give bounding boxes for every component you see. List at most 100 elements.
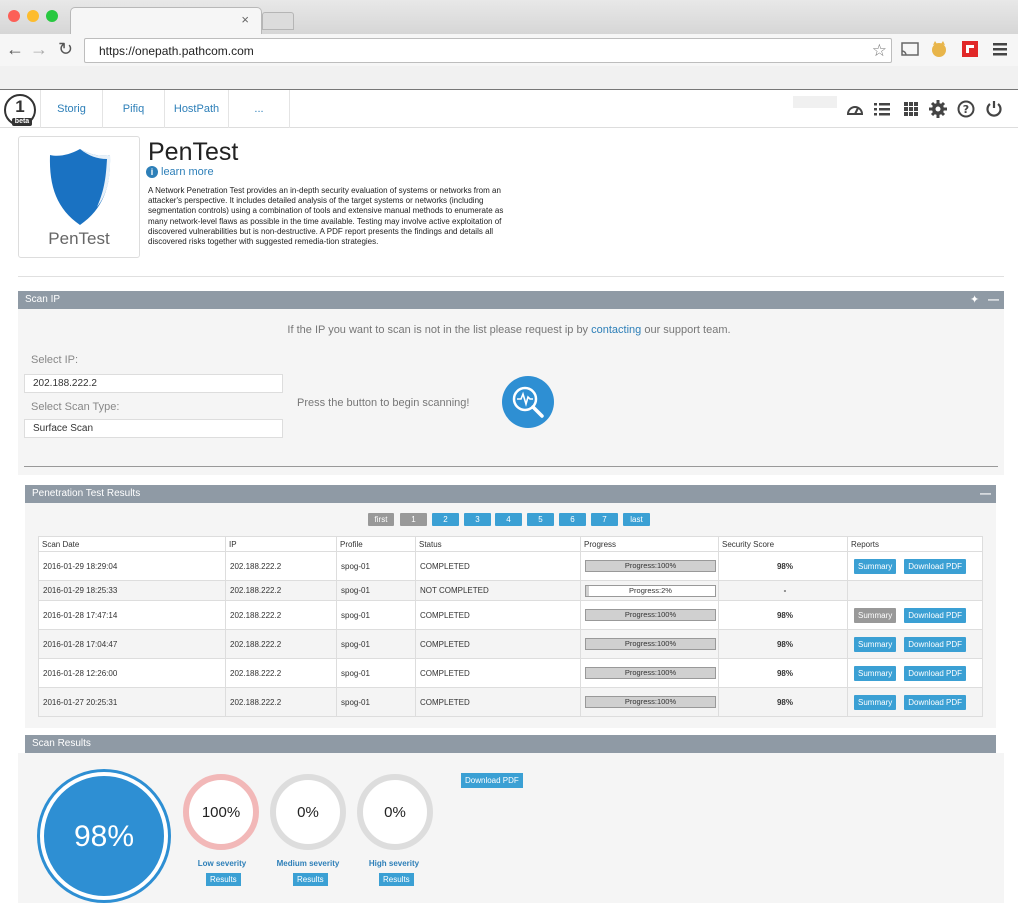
summary-button[interactable]: Summary [854,607,897,623]
page-4[interactable]: 4 [495,513,522,526]
maximize-window-icon[interactable] [46,10,58,22]
table-row: 2016-01-28 17:04:47 202.188.222.2 spog-01 C… [38,629,983,659]
results-title: Penetration Test Results [32,488,141,499]
page-1[interactable]: 1 [400,513,427,526]
close-window-icon[interactable] [8,10,20,22]
dashboard-gauge-icon[interactable] [846,100,864,118]
nav-item-more[interactable]: ... [228,90,290,128]
nav-placeholder [793,96,837,108]
app-navbar: 1 beta Storig Pifiq HostPath ... ? [0,90,1018,128]
scan-magnifier-icon [512,386,544,418]
page-first[interactable]: first [368,513,394,526]
new-tab-button[interactable] [262,12,294,30]
page-3[interactable]: 3 [464,513,491,526]
page-7[interactable]: 7 [591,513,618,526]
download-pdf-button[interactable]: Download PDF [904,558,967,574]
cell-ip: 202.188.222.2 [225,600,337,630]
progress-text: Progress:100% [624,610,677,619]
high-severity-results-button[interactable]: Results [379,873,414,886]
cell-progress: Progress:100% [580,658,719,688]
cell-reports: Summary Download PDF [847,551,983,581]
cell-profile: spog-01 [336,600,416,630]
svg-text:?: ? [963,103,969,116]
download-pdf-button[interactable]: Download PDF [904,665,967,681]
forward-arrow-icon[interactable]: → [30,39,48,60]
shield-icon [49,149,111,225]
cell-scan-date: 2016-01-27 20:25:31 [38,687,226,717]
progress-bar: Progress:2% [585,584,716,597]
cell-status: COMPLETED [415,600,581,630]
col-reports: Reports [847,536,983,552]
product-description: A Network Penetration Test provides an i… [148,186,504,247]
collapse-results-icon[interactable]: — [980,485,991,503]
progress-bar: Progress:100% [585,638,716,650]
page-last[interactable]: last [623,513,650,526]
settings-gear-icon[interactable] [929,100,947,118]
progress-fill [586,585,589,596]
cell-security-score: 98% [718,629,848,659]
scan-ip-panel-header: Scan IP ✦ — [18,291,1004,309]
reload-icon[interactable]: ↻ [58,39,73,60]
low-severity-ring: 100% [183,774,259,850]
progress-text: Progress:100% [624,639,677,648]
nav-item-pifiq[interactable]: Pifiq [102,90,164,128]
low-severity-results-button[interactable]: Results [206,873,241,886]
scan-results-panel-header: Scan Results [25,735,996,753]
scan-type-field[interactable]: Surface Scan [24,419,283,438]
nav-item-storig[interactable]: Storig [40,90,102,128]
medium-severity-results-button[interactable]: Results [293,873,328,886]
list-icon[interactable] [873,100,891,118]
cell-security-score: 98% [718,600,848,630]
address-bar[interactable]: https://onepath.pathcom.com ☆ [84,38,892,63]
page-2[interactable]: 2 [432,513,459,526]
back-arrow-icon[interactable]: ← [6,39,24,60]
flipboard-icon[interactable] [960,40,980,58]
onepath-logo[interactable]: 1 beta [4,94,36,126]
apps-grid-icon[interactable] [902,100,920,118]
medium-severity-label: Medium severity [276,859,340,868]
cell-reports: Summary Download PDF [847,600,983,630]
low-severity-value: 100% [201,804,241,821]
cell-progress: Progress:100% [580,600,719,630]
summary-button[interactable]: Summary [854,636,897,652]
summary-button[interactable]: Summary [854,665,897,681]
medium-severity-value: 0% [297,804,319,821]
help-icon[interactable]: ? [957,100,975,118]
info-icon: i [146,166,158,178]
download-pdf-button[interactable]: Download PDF [904,636,967,652]
learn-more-link[interactable]: i learn more [146,166,214,178]
contacting-link[interactable]: contacting [591,324,641,336]
page-5[interactable]: 5 [527,513,554,526]
scan-ip-hint: If the IP you want to scan is not in the… [0,324,1018,336]
close-tab-icon[interactable]: × [241,12,249,27]
bookmark-star-icon[interactable]: ☆ [872,41,887,61]
summary-button[interactable]: Summary [854,694,897,710]
cell-status: NOT COMPLETED [415,580,581,601]
scan-ip-divider [24,466,998,467]
cell-scan-date: 2016-01-28 17:04:47 [38,629,226,659]
page-6[interactable]: 6 [559,513,586,526]
browser-tab[interactable]: × [70,7,262,34]
select-ip-field[interactable]: 202.188.222.2 [24,374,283,393]
cast-icon[interactable] [900,40,920,58]
results-table: Scan Date IP Profile Status Progress Sec… [38,536,983,717]
cell-reports [847,580,983,601]
cell-progress: Progress:2% [580,580,719,601]
pin-icon[interactable]: ✦ [970,291,979,309]
col-profile: Profile [336,536,416,552]
download-pdf-button[interactable]: Download PDF [904,694,967,710]
download-pdf-button[interactable]: Download PDF [904,607,967,623]
cell-progress: Progress:100% [580,551,719,581]
start-scan-button[interactable] [502,376,554,428]
cell-status: COMPLETED [415,687,581,717]
nav-item-hostpath[interactable]: HostPath [164,90,228,128]
minimize-window-icon[interactable] [27,10,39,22]
table-row: 2016-01-29 18:29:04 202.188.222.2 spog-01 C… [38,551,983,581]
select-scan-type-label: Select Scan Type: [31,401,120,413]
scan-results-download-pdf-button[interactable]: Download PDF [461,773,523,788]
menu-hamburger-icon[interactable] [990,40,1010,58]
extension-cat-icon[interactable] [929,40,949,58]
power-icon[interactable] [985,100,1003,118]
summary-button[interactable]: Summary [854,558,897,574]
collapse-icon[interactable]: — [988,291,999,309]
